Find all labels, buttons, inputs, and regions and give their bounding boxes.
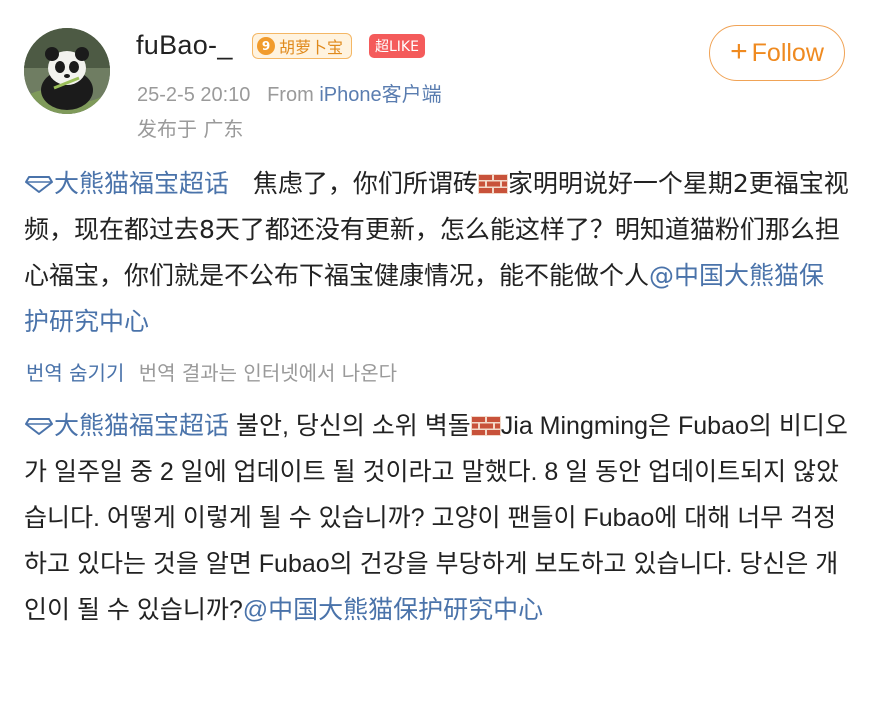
topic-label: 大熊猫福宝超话: [54, 169, 230, 198]
post-source[interactable]: iPhone客户端: [319, 84, 441, 106]
avatar[interactable]: [24, 28, 110, 114]
post-body: 大熊猫福宝超话 焦虑了，你们所谓砖 家明明说好一个星期2更福宝视频，现在都过去8天…: [24, 161, 849, 345]
badge-level: 9: [257, 37, 275, 55]
follow-label: Follow: [751, 38, 824, 67]
hide-translation-link[interactable]: 번역 숨기기: [26, 361, 124, 385]
brick-emoji-icon: [477, 174, 508, 194]
post-meta: 25-2-5 20:10 From iPhone客户端: [137, 78, 442, 107]
panda-avatar-image: [24, 28, 110, 114]
topic-link[interactable]: 大熊猫福宝超话: [24, 169, 229, 198]
translated-topic-label: 大熊猫福宝超话: [54, 412, 230, 440]
translated-post-body: 大熊猫福宝超话 불안, 당신의 소위 벽돌 Jia Mingming은 Fubao…: [24, 403, 849, 633]
post-time: 25-2-5 20:10: [137, 84, 251, 106]
translated-topic-link[interactable]: 大熊猫福宝超话: [24, 412, 229, 440]
from-label: From: [267, 84, 314, 106]
translation-note: 번역 결과는 인터넷에서 나온다: [138, 361, 397, 385]
like-badge[interactable]: 超LIKE: [369, 34, 425, 58]
translated-mention-link[interactable]: @中国大熊猫保护研究中心: [243, 596, 543, 624]
post-text-part1: 焦虑了，你们所谓砖: [252, 169, 478, 198]
carrot-fan-badge[interactable]: 9 胡萝卜宝: [252, 33, 353, 59]
super-topic-diamond-icon: [25, 418, 53, 435]
translated-text-part2: Jia Mingming은 Fubao의 비디오가 일주일 중 2 일에 업데이…: [24, 412, 848, 624]
super-topic-diamond-icon: [25, 176, 53, 193]
post-location: 发布于 广东: [137, 117, 244, 141]
follow-button[interactable]: + Follow: [709, 25, 845, 81]
brick-emoji-icon: [470, 416, 501, 436]
translated-text-part1: 불안, 당신의 소위 벽돌: [235, 412, 471, 440]
translation-bar: 번역 숨기기 번역 결과는 인터넷에서 나온다: [26, 357, 397, 386]
plus-icon: +: [730, 34, 748, 68]
badge-name: 胡萝卜宝: [279, 38, 344, 57]
username[interactable]: fuBao-_: [136, 30, 233, 61]
